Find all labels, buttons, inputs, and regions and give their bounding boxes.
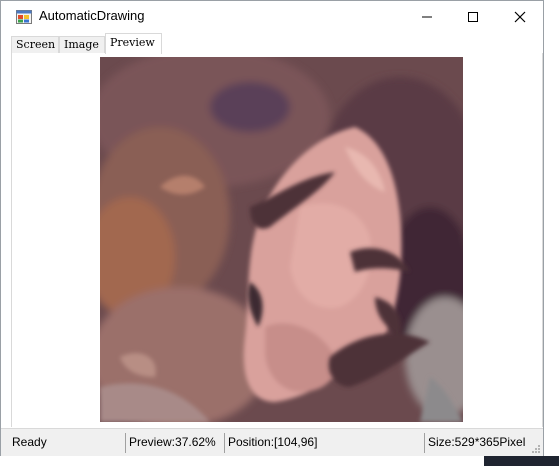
status-divider	[125, 433, 126, 453]
resize-grip-icon[interactable]	[531, 444, 541, 454]
preview-image	[100, 57, 463, 422]
window-title: AutomaticDrawing	[39, 8, 145, 23]
maximize-icon	[468, 12, 478, 22]
close-icon	[514, 11, 526, 23]
close-button[interactable]	[497, 1, 543, 32]
title-bar[interactable]: AutomaticDrawing	[1, 1, 543, 32]
tab-screen[interactable]: Screen	[11, 36, 59, 53]
tab-preview[interactable]: Preview	[105, 33, 162, 54]
status-divider	[424, 433, 425, 453]
maximize-button[interactable]	[450, 1, 496, 32]
status-preview-zoom: Preview:37.62%	[129, 435, 216, 449]
app-window: AutomaticDrawing Screen Image Preview Re…	[0, 0, 544, 456]
desktop-background	[484, 456, 559, 466]
status-size: Size:529*365Pixel	[428, 435, 526, 449]
status-bar: Ready Preview:37.62% Position:[104,96] S…	[1, 428, 543, 456]
app-window-icon	[16, 10, 32, 24]
minimize-button[interactable]	[404, 1, 450, 32]
tab-image[interactable]: Image	[59, 36, 105, 53]
status-divider	[224, 433, 225, 453]
status-ready: Ready	[12, 435, 47, 449]
minimize-icon	[422, 16, 432, 18]
preview-panel	[11, 53, 543, 427]
painted-portrait-preview	[100, 57, 463, 422]
status-position: Position:[104,96]	[228, 435, 318, 449]
tab-strip: Screen Image Preview	[11, 33, 543, 54]
